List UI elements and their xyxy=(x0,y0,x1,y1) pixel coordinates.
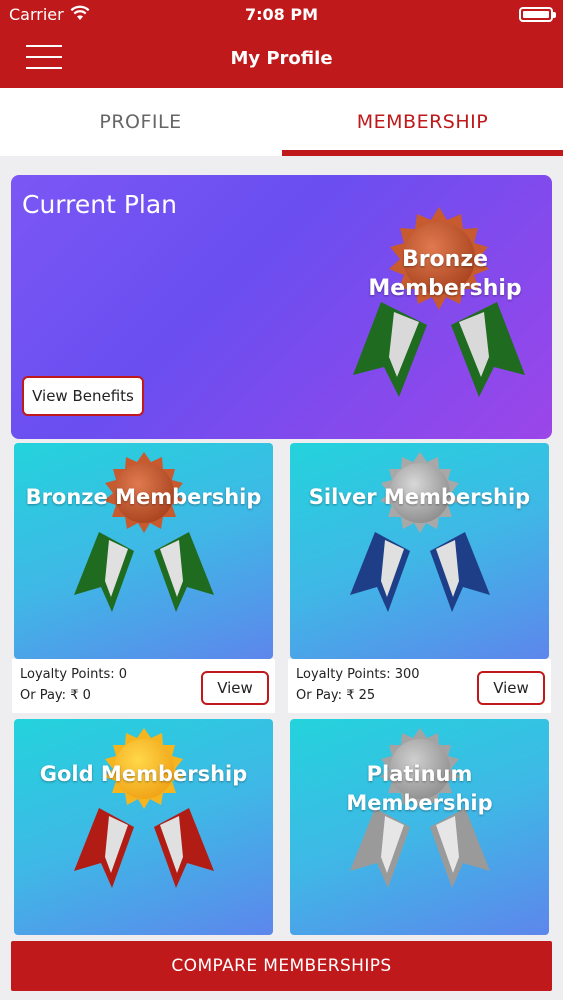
silver-medal-icon xyxy=(350,452,490,612)
membership-card-gold[interactable]: Gold Membership xyxy=(14,719,273,935)
pay-amount-silver: Or Pay: ₹ 25 xyxy=(296,688,376,703)
current-plan-badge-label: Bronze Membership xyxy=(368,247,522,301)
view-button-silver[interactable]: View xyxy=(477,671,545,705)
card-details-bronze: Loyalty Points: 0 Or Pay: ₹ 0 View xyxy=(12,659,275,713)
card-title-silver: Silver Membership xyxy=(308,485,531,509)
card-title-bronze: Bronze Membership xyxy=(25,485,262,509)
view-button-bronze[interactable]: View xyxy=(201,671,269,705)
gold-medal-icon xyxy=(74,728,214,888)
current-plan-title: Current Plan xyxy=(22,190,178,219)
bronze-medal-icon xyxy=(74,452,214,612)
membership-card-platinum[interactable]: Platinum Membership xyxy=(290,719,549,935)
membership-card-silver[interactable]: Silver Membership xyxy=(290,443,549,659)
loyalty-points-bronze: Loyalty Points: 0 xyxy=(20,667,127,682)
card-title-platinum: Platinum Membership xyxy=(346,762,493,815)
membership-card-bronze[interactable]: Bronze Membership xyxy=(14,443,273,659)
compare-memberships-button[interactable]: COMPARE MEMBERSHIPS xyxy=(11,941,552,991)
card-details-silver: Loyalty Points: 300 Or Pay: ₹ 25 View xyxy=(288,659,551,713)
bronze-medal-icon xyxy=(353,207,525,397)
view-benefits-button[interactable]: View Benefits xyxy=(22,376,144,416)
current-plan-card: Current Plan Bronze Membership View Bene… xyxy=(11,175,552,439)
page-title: My Profile xyxy=(230,48,333,69)
tab-bar: PROFILE MEMBERSHIP xyxy=(0,88,563,156)
navigation-bar: My Profile xyxy=(0,30,563,88)
tab-profile[interactable]: PROFILE xyxy=(0,88,281,156)
status-bar: Carrier 7:08 PM xyxy=(0,0,563,30)
tab-membership[interactable]: MEMBERSHIP xyxy=(282,88,563,156)
card-title-gold: Gold Membership xyxy=(39,762,248,786)
loyalty-points-silver: Loyalty Points: 300 xyxy=(296,667,420,682)
status-time: 7:08 PM xyxy=(244,5,318,24)
pay-amount-bronze: Or Pay: ₹ 0 xyxy=(20,688,91,703)
battery-icon xyxy=(519,7,556,22)
active-tab-indicator xyxy=(282,150,563,156)
